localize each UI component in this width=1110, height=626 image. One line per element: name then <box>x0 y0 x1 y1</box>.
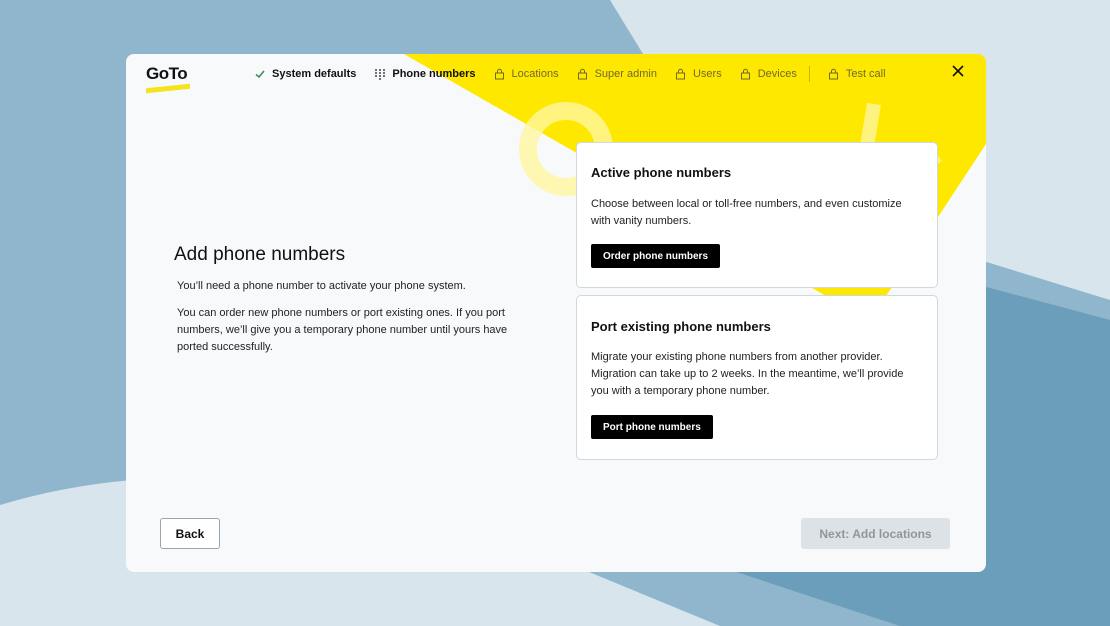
step-label: Users <box>692 68 722 80</box>
card-body: Choose between local or toll-free number… <box>591 198 902 227</box>
card-title: Active phone numbers <box>591 165 732 180</box>
step-super-admin: Super admin <box>577 68 657 80</box>
step-users: Users <box>675 68 722 80</box>
lock-icon <box>577 68 589 80</box>
card-title: Port existing phone numbers <box>591 319 771 334</box>
step-label: Devices <box>757 68 797 80</box>
stepper-divider <box>808 66 810 82</box>
lock-icon <box>675 68 687 80</box>
goto-logo: GoTo <box>146 64 194 94</box>
intro-details: You can order new phone numbers or port … <box>177 307 508 353</box>
close-icon[interactable] <box>950 63 966 79</box>
port-numbers-card: Port existing phone numbers Migrate your… <box>576 295 938 460</box>
step-devices: Devices <box>740 68 797 80</box>
port-phone-numbers-button[interactable]: Port phone numbers <box>591 415 713 439</box>
active-numbers-card: Active phone numbers Choose between loca… <box>576 142 938 288</box>
step-test-call: Test call <box>828 68 886 80</box>
lock-icon <box>494 68 506 80</box>
check-icon <box>254 68 266 80</box>
step-system-defaults[interactable]: System defaults <box>254 68 356 80</box>
step-phone-numbers[interactable]: Phone numbers <box>374 68 476 80</box>
lock-icon <box>828 68 840 80</box>
keypad-icon <box>374 68 386 80</box>
logo-text: GoTo <box>146 64 188 83</box>
intro-section: Add phone numbers You’ll need a phone nu… <box>174 244 524 366</box>
lock-icon <box>740 68 752 80</box>
step-label: Super admin <box>594 68 657 80</box>
card-body: Migrate your existing phone numbers from… <box>591 351 904 397</box>
back-button[interactable]: Back <box>160 518 220 549</box>
step-label: Test call <box>845 68 886 80</box>
intro-text: You’ll need a phone number to activate y… <box>177 280 466 292</box>
order-phone-numbers-button[interactable]: Order phone numbers <box>591 244 721 268</box>
step-label: System defaults <box>272 68 357 80</box>
step-label: Phone numbers <box>392 68 476 80</box>
setup-dialog: GoTo System defaults Phone numbers Locat… <box>126 54 986 572</box>
page-title: Add phone numbers <box>174 244 346 265</box>
setup-stepper: System defaults Phone numbers Locations <box>254 64 904 84</box>
next-add-locations-button: Next: Add locations <box>801 518 950 549</box>
step-label: Locations <box>511 68 559 80</box>
step-locations: Locations <box>494 68 559 80</box>
